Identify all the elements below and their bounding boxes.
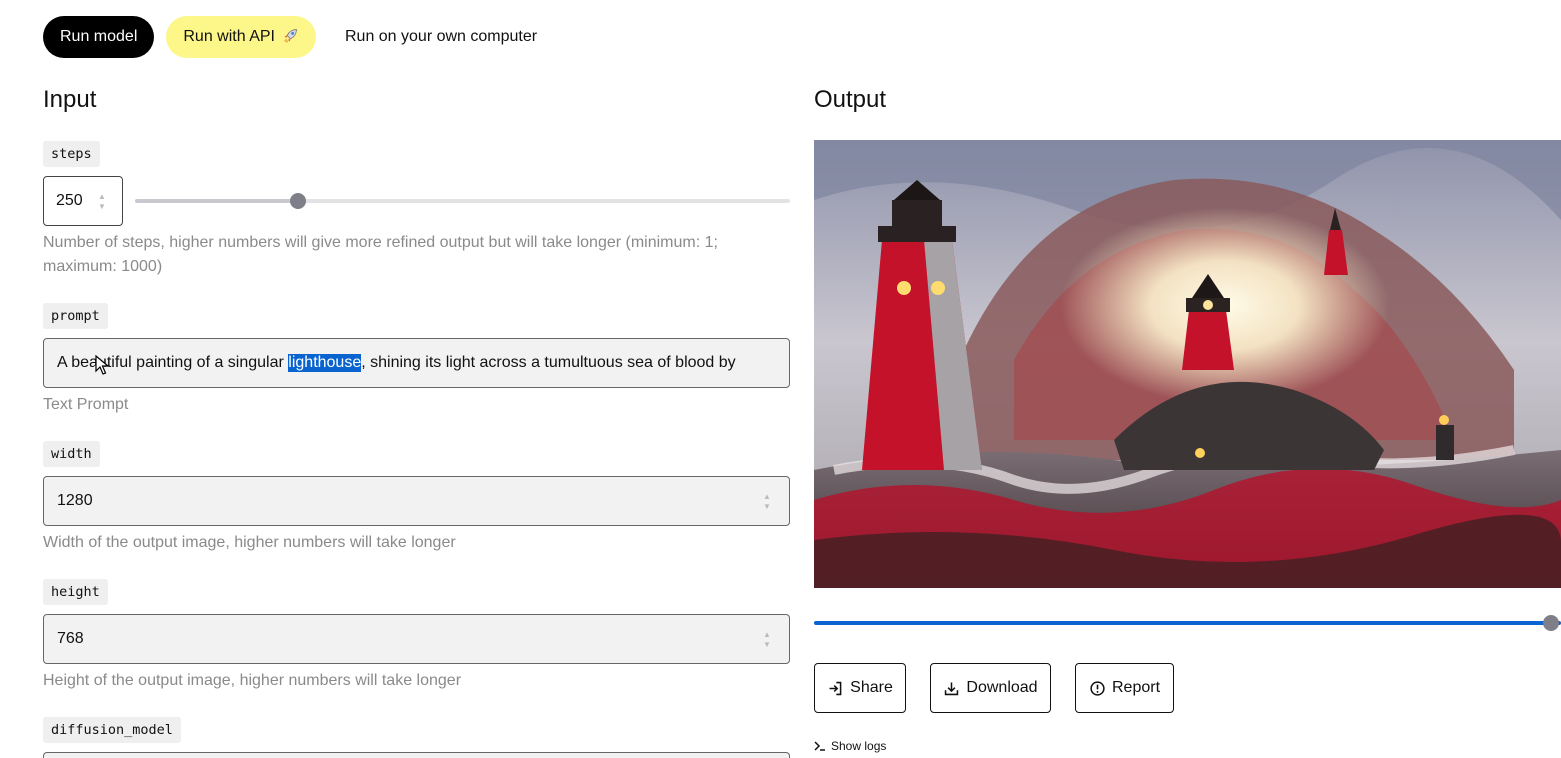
report-button[interactable]: Report (1075, 663, 1174, 713)
report-button-label: Report (1111, 679, 1161, 696)
steps-spinner[interactable]: ▲ ▼ (96, 193, 108, 211)
steps-description-line1: Number of steps, higher numbers will giv… (43, 234, 718, 251)
steps-slider-fill (135, 199, 298, 203)
tab-run-with-api[interactable]: Run with API (166, 16, 316, 58)
download-button[interactable]: Download (930, 663, 1051, 713)
spin-up-icon[interactable]: ▲ (763, 493, 771, 501)
prompt-text-before: A beautiful painting of a singular (57, 354, 289, 371)
width-value: 1280 (57, 492, 93, 509)
prompt-description: Text Prompt (43, 396, 129, 413)
download-icon (945, 682, 959, 695)
diffusion-model-select[interactable] (43, 752, 790, 758)
steps-label: steps (43, 141, 100, 167)
steps-number-input[interactable]: 250 ▲ ▼ (43, 176, 123, 226)
height-label: height (43, 579, 108, 605)
spin-up-icon[interactable]: ▲ (763, 631, 771, 639)
input-heading: Input (43, 86, 97, 113)
download-button-label: Download (966, 679, 1038, 696)
tab-run-model[interactable]: Run model (43, 16, 155, 58)
prompt-text-after: , shining its light across a tumultuous … (361, 354, 736, 371)
tab-run-on-own-computer[interactable]: Run on your own computer (329, 16, 553, 58)
share-button[interactable]: Share (814, 663, 906, 713)
prompt-label: prompt (43, 303, 108, 329)
tab-run-local-label: Run on your own computer (344, 28, 538, 45)
width-label: width (43, 441, 100, 467)
mouse-cursor-icon (95, 355, 109, 375)
height-value: 768 (57, 630, 84, 647)
spin-down-icon[interactable]: ▼ (763, 641, 771, 649)
width-description: Width of the output image, higher number… (43, 534, 456, 551)
spin-up-icon[interactable]: ▲ (98, 193, 106, 201)
rocket-icon (282, 27, 299, 48)
steps-description: Number of steps, higher numbers will giv… (43, 231, 718, 279)
steps-value: 250 (56, 192, 83, 209)
output-progress-thumb[interactable] (1543, 615, 1559, 631)
share-icon (829, 681, 842, 695)
output-progress-slider[interactable] (814, 613, 1561, 633)
width-spinner[interactable]: ▲ ▼ (761, 493, 773, 511)
diffusion-model-label: diffusion_model (43, 717, 181, 743)
output-heading: Output (814, 86, 887, 113)
output-image (814, 140, 1561, 588)
terminal-icon (814, 741, 825, 751)
share-button-label: Share (850, 679, 893, 696)
alert-circle-icon (1090, 680, 1105, 696)
tab-run-with-api-label: Run with API (183, 28, 275, 45)
tab-run-model-label: Run model (60, 28, 138, 45)
spin-down-icon[interactable]: ▼ (763, 503, 771, 511)
show-logs-label: Show logs (831, 739, 887, 753)
steps-slider-thumb[interactable] (290, 193, 306, 209)
height-description: Height of the output image, higher numbe… (43, 672, 462, 689)
prompt-text-selected: lighthouse (288, 354, 362, 372)
show-logs-toggle[interactable]: Show logs (814, 739, 886, 753)
prompt-input[interactable]: A beautiful painting of a singular light… (43, 338, 790, 388)
output-progress-track (814, 621, 1561, 625)
replicate-model-page: Run model Run with API Run on your own c… (0, 0, 1561, 758)
width-number-input[interactable]: 1280 ▲ ▼ (43, 476, 790, 526)
height-number-input[interactable]: 768 ▲ ▼ (43, 614, 790, 664)
spin-down-icon[interactable]: ▼ (98, 203, 106, 211)
run-mode-tabs: Run model Run with API Run on your own c… (43, 16, 553, 58)
steps-description-line2: maximum: 1000) (43, 258, 163, 275)
height-spinner[interactable]: ▲ ▼ (761, 631, 773, 649)
steps-slider[interactable] (135, 191, 790, 211)
